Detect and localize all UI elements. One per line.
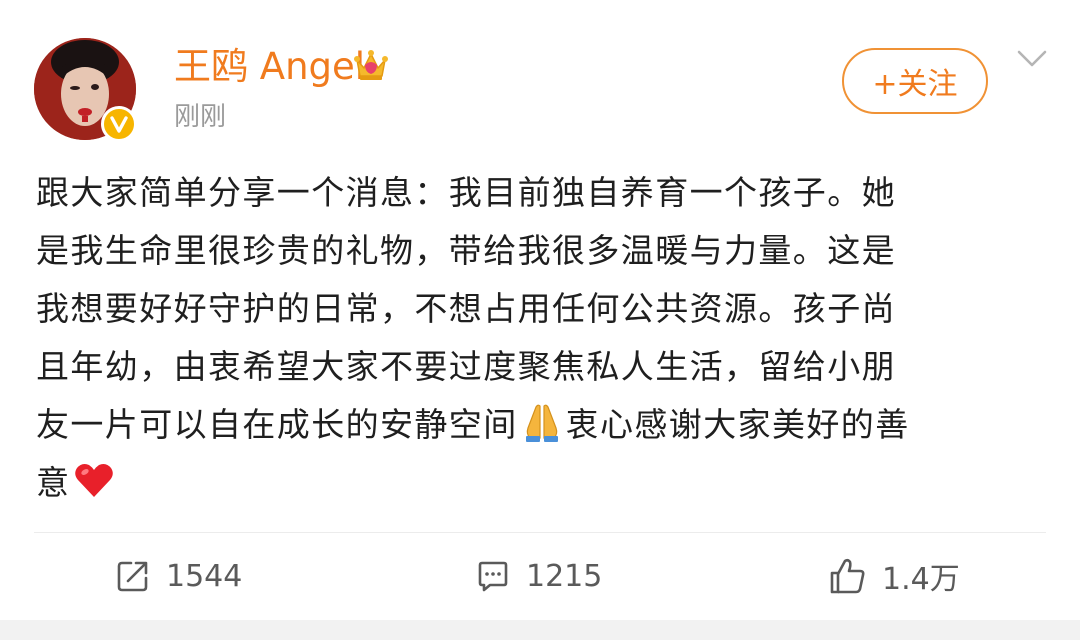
repost-count: 1544 xyxy=(166,558,243,594)
divider xyxy=(34,532,1046,533)
crown-icon xyxy=(352,46,390,84)
content-line: 且年幼，由衷希望大家不要过度聚焦私人生活，留给小朋 xyxy=(36,347,896,386)
content-line-with-emoji: 意 xyxy=(36,454,1046,512)
heart-emoji xyxy=(75,464,114,497)
bottom-separator xyxy=(0,620,1080,640)
content-line: 我想要好好守护的日常，不想占用任何公共资源。孩子尚 xyxy=(36,289,896,328)
content-line: 跟大家简单分享一个消息：我目前独自养育一个孩子。她 xyxy=(36,173,896,212)
verified-badge xyxy=(101,106,137,142)
repost-button[interactable]: 1544 xyxy=(114,554,242,598)
follow-button[interactable]: +关注 xyxy=(842,48,988,114)
comment-count: 1215 xyxy=(526,558,603,594)
author-name[interactable]: 王鸥 Angel xyxy=(174,44,365,90)
content-line-with-emoji: 友一片可以自在成长的安静空间 衷心感谢大家美好的善 xyxy=(36,396,1046,454)
post-timestamp: 刚刚 xyxy=(174,102,227,132)
post-content: 跟大家简单分享一个消息：我目前独自养育一个孩子。她 是我生命里很珍贵的礼物，带给… xyxy=(36,164,1046,512)
comment-icon xyxy=(478,561,508,592)
content-line: 是我生命里很珍贵的礼物，带给我很多温暖与力量。这是 xyxy=(36,231,896,270)
like-button[interactable]: 1.4万 xyxy=(828,554,960,598)
content-text: 衷心感谢大家美好的善 xyxy=(565,405,910,444)
action-bar: 1544 1215 1.4万 xyxy=(0,540,1080,612)
thumbs-up-icon xyxy=(830,558,865,594)
pray-emoji xyxy=(525,404,558,442)
verified-v-badge-icon xyxy=(110,116,128,133)
content-text: 友一片可以自在成长的安静空间 xyxy=(36,405,518,444)
content-text: 意 xyxy=(36,463,71,502)
comment-button[interactable]: 1215 xyxy=(474,554,602,598)
weibo-post-card: 王鸥 Angel 刚刚 +关注 跟大家简单分享一个消息：我目前独自养育一个孩子。… xyxy=(0,0,1080,640)
chevron-down-icon[interactable] xyxy=(1016,48,1048,70)
like-count: 1.4万 xyxy=(882,562,960,597)
repost-icon xyxy=(117,561,148,592)
